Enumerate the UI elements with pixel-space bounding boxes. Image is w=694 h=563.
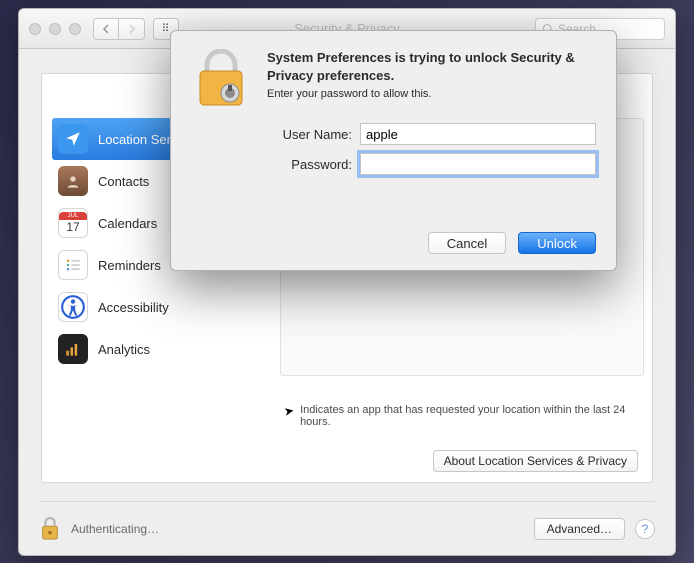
sidebar-item-label: Analytics (98, 342, 150, 357)
sidebar-item-label: Contacts (98, 174, 149, 189)
reminders-icon (58, 250, 88, 280)
username-label: User Name: (267, 127, 352, 142)
contacts-icon (58, 166, 88, 196)
cancel-button[interactable]: Cancel (428, 232, 506, 254)
sidebar-item-label: Accessibility (98, 300, 169, 315)
sidebar-item-label: Reminders (98, 258, 161, 273)
sidebar-item-analytics[interactable]: Analytics (52, 328, 252, 370)
lock-large-icon (191, 49, 251, 109)
help-button[interactable]: ? (635, 519, 655, 539)
password-input[interactable] (360, 153, 596, 175)
dialog-title: System Preferences is trying to unlock S… (267, 49, 596, 84)
grid-icon: ⠿ (161, 22, 170, 35)
zoom-dot[interactable] (69, 23, 81, 35)
footer: Authenticating… Advanced… ? (39, 501, 655, 545)
lock-status-text: Authenticating… (71, 522, 159, 536)
sidebar-item-accessibility[interactable]: Accessibility (52, 286, 252, 328)
close-dot[interactable] (29, 23, 41, 35)
location-hint: ➤ Indicates an app that has requested yo… (280, 404, 646, 428)
about-location-button[interactable]: About Location Services & Privacy (433, 450, 638, 472)
back-button[interactable] (93, 18, 119, 40)
unlock-button[interactable]: Unlock (518, 232, 596, 254)
auth-dialog: System Preferences is trying to unlock S… (170, 30, 617, 271)
lock-icon[interactable] (39, 515, 61, 543)
username-input[interactable] (360, 123, 596, 145)
password-label: Password: (267, 157, 352, 172)
hint-text: Indicates an app that has requested your… (300, 404, 638, 428)
sidebar-item-label: Calendars (98, 216, 157, 231)
forward-button[interactable] (119, 18, 145, 40)
accessibility-icon (58, 292, 88, 322)
compass-arrow-icon: ➤ (283, 403, 295, 419)
dialog-subtitle: Enter your password to allow this. (267, 88, 596, 100)
calendar-icon: JUL 17 (58, 208, 88, 238)
advanced-button[interactable]: Advanced… (534, 518, 625, 540)
minimize-dot[interactable] (49, 23, 61, 35)
traffic-lights (29, 23, 81, 35)
analytics-icon (58, 334, 88, 364)
location-icon (58, 124, 88, 154)
